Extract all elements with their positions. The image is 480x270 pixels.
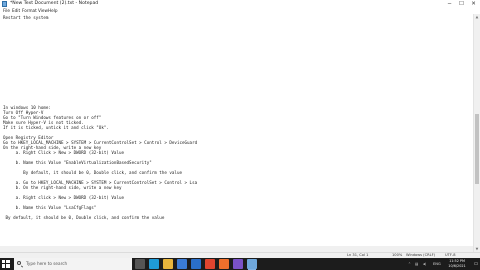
- app-icon[interactable]: [233, 259, 243, 269]
- text-line: a. Right Click > New > DWORD (32-bit) Va…: [3, 150, 125, 155]
- search-icon: [17, 261, 21, 265]
- minimize-button[interactable]: ─: [444, 0, 455, 8]
- network-icon[interactable]: ▤: [415, 258, 418, 270]
- text-line: Restart the system: [3, 15, 49, 20]
- chevron-up-icon[interactable]: ⌃: [408, 258, 411, 270]
- text-line: a. Right click > New > DWORD (32-bit) Va…: [3, 195, 125, 200]
- language-icon[interactable]: ENG: [433, 258, 441, 270]
- edge-icon[interactable]: [149, 259, 159, 269]
- volume-icon[interactable]: ◂): [423, 258, 426, 270]
- text-line: By default, it should be 0, Double click…: [3, 215, 165, 220]
- text-editor[interactable]: Restart the system In windows 10 home: Tur…: [0, 14, 473, 252]
- vertical-scrollbar[interactable]: ▲ ▼: [473, 14, 480, 252]
- chrome-icon[interactable]: [205, 259, 215, 269]
- file-explorer-icon[interactable]: [163, 259, 173, 269]
- mail-icon[interactable]: [191, 259, 201, 269]
- clock[interactable]: 11:52 PM 10/6/2021: [444, 259, 470, 269]
- window-title: *New Text Document (2).txt - Notepad: [10, 1, 99, 6]
- scrollbar-thumb[interactable]: [475, 114, 479, 184]
- text-line: By default, it should be 0, Double click…: [3, 170, 182, 175]
- notification-icon[interactable]: ▭: [472, 258, 480, 270]
- search-placeholder: Type here to search: [26, 261, 68, 266]
- maximize-button[interactable]: ☐: [456, 0, 467, 8]
- text-line: b. Name this Value "LsaCfgFlags": [3, 205, 97, 210]
- notepad-icon: [2, 1, 7, 7]
- text-line: If it is ticked, untick it and click "Ok…: [3, 125, 109, 130]
- text-line: b. On the right-hand side, write a new k…: [3, 185, 122, 190]
- close-button[interactable]: ✕: [468, 0, 479, 8]
- task-view-icon[interactable]: [135, 259, 145, 269]
- firefox-icon[interactable]: [219, 259, 229, 269]
- taskbar-search-box[interactable]: Type here to search: [14, 258, 132, 270]
- clock-date: 10/6/2021: [448, 264, 466, 268]
- text-line: b. Name this Value "EnableVirtualization…: [3, 160, 152, 165]
- notepad-icon[interactable]: [247, 259, 257, 270]
- windows-start-icon[interactable]: [2, 260, 11, 268]
- store-icon[interactable]: [177, 259, 187, 269]
- scroll-up-icon[interactable]: ▲: [474, 14, 480, 20]
